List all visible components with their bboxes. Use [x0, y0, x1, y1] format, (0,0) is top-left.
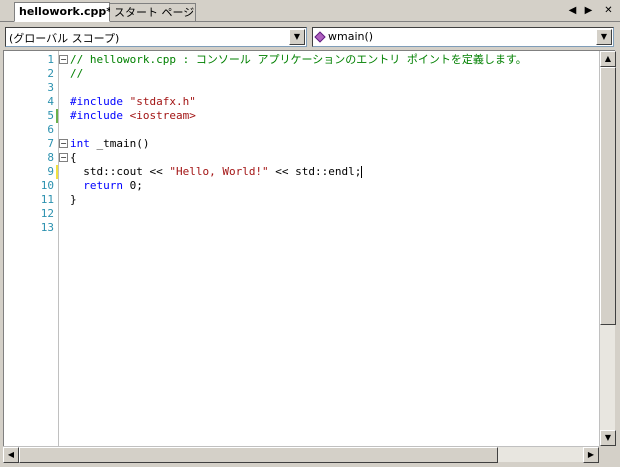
collapse-region-icon[interactable]: − [59, 139, 68, 148]
scroll-left-icon[interactable]: ◀ [3, 447, 19, 463]
code-line-9[interactable]: std::cout << "Hello, World!" << std::end… [70, 165, 600, 179]
scrollbar-corner [599, 446, 615, 462]
tab-label: スタート ページ [114, 6, 195, 19]
line-number: 9 [47, 165, 54, 178]
keyword: int [70, 137, 90, 150]
line-number: 7 [47, 137, 54, 150]
horizontal-scrollbar[interactable]: ◀ ▶ [3, 446, 599, 463]
line-number: 2 [47, 67, 54, 80]
tab-start-page[interactable]: スタート ページ [110, 3, 196, 22]
line-number: 1 [47, 53, 54, 66]
code-text: std::cout << [70, 165, 170, 178]
scroll-down-icon[interactable]: ▼ [600, 430, 616, 446]
keyword: return [83, 179, 123, 192]
member-combo-content: wmain() [314, 30, 374, 43]
text-cursor [361, 166, 363, 178]
code-editor[interactable]: 1 2 3 4 5 6 7 8 9 10 11 12 13 − − − // h… [3, 50, 615, 460]
function-signature: _tmain() [89, 137, 150, 150]
preprocessor-directive: #include [70, 109, 123, 122]
code-text: 0; [123, 179, 143, 192]
document-tab-strip: hellowork.cpp* スタート ページ ◀ ▶ ✕ [0, 0, 620, 22]
collapse-region-icon[interactable]: − [59, 153, 68, 162]
line-number: 12 [40, 207, 54, 220]
scroll-tabs-left-icon[interactable]: ◀ [566, 4, 579, 17]
line-number: 3 [47, 81, 54, 94]
vertical-scrollbar[interactable]: ▲ ▼ [599, 51, 616, 446]
scroll-tabs-right-icon[interactable]: ▶ [582, 4, 595, 17]
code-line-7[interactable]: int _tmain() [70, 137, 600, 151]
string-literal: "Hello, World!" [169, 165, 269, 178]
scope-combo[interactable]: (グローバル スコープ) ▼ [5, 27, 307, 47]
method-icon [314, 31, 326, 43]
include-file: "stdafx.h" [129, 95, 196, 108]
line-number: 10 [40, 179, 54, 192]
outlining-margin [58, 51, 59, 447]
vertical-scroll-thumb[interactable] [600, 67, 616, 325]
chevron-down-icon[interactable]: ▼ [289, 29, 305, 45]
tab-label: hellowork.cpp* [19, 5, 113, 18]
close-document-icon[interactable]: ✕ [602, 4, 615, 17]
line-number: 5 [47, 109, 54, 122]
include-file: <iostream> [129, 109, 196, 122]
navigation-bar: (グローバル スコープ) ▼ wmain() ▼ [0, 23, 620, 50]
line-number: 11 [40, 193, 54, 206]
member-combo-value: wmain() [328, 30, 374, 43]
code-line-5[interactable]: #include <iostream> [70, 109, 600, 123]
code-line-2[interactable]: // [70, 67, 600, 81]
code-line-10[interactable]: return 0; [70, 179, 600, 193]
code-line-8[interactable]: { [70, 151, 600, 165]
preprocessor-directive: #include [70, 95, 123, 108]
line-number: 8 [47, 151, 54, 164]
collapse-region-icon[interactable]: − [59, 55, 68, 64]
code-line-1[interactable]: // hellowork.cpp : コンソール アプリケーションのエントリ ポ… [70, 53, 600, 67]
chevron-down-icon[interactable]: ▼ [596, 29, 612, 45]
line-number: 6 [47, 123, 54, 136]
scope-combo-value: (グローバル スコープ) [9, 32, 120, 45]
horizontal-scroll-thumb[interactable] [19, 447, 498, 463]
line-number: 13 [40, 221, 54, 234]
code-line-11[interactable]: } [70, 193, 600, 207]
tab-hellowork-cpp[interactable]: hellowork.cpp* [14, 2, 113, 22]
code-text: << std::endl; [268, 165, 362, 178]
member-combo[interactable]: wmain() ▼ [312, 27, 614, 47]
scroll-up-icon[interactable]: ▲ [600, 51, 616, 67]
scroll-right-icon[interactable]: ▶ [583, 447, 599, 463]
line-number-gutter: 1 2 3 4 5 6 7 8 9 10 11 12 13 [4, 51, 56, 447]
code-line-4[interactable]: #include "stdafx.h" [70, 95, 600, 109]
line-number: 4 [47, 95, 54, 108]
